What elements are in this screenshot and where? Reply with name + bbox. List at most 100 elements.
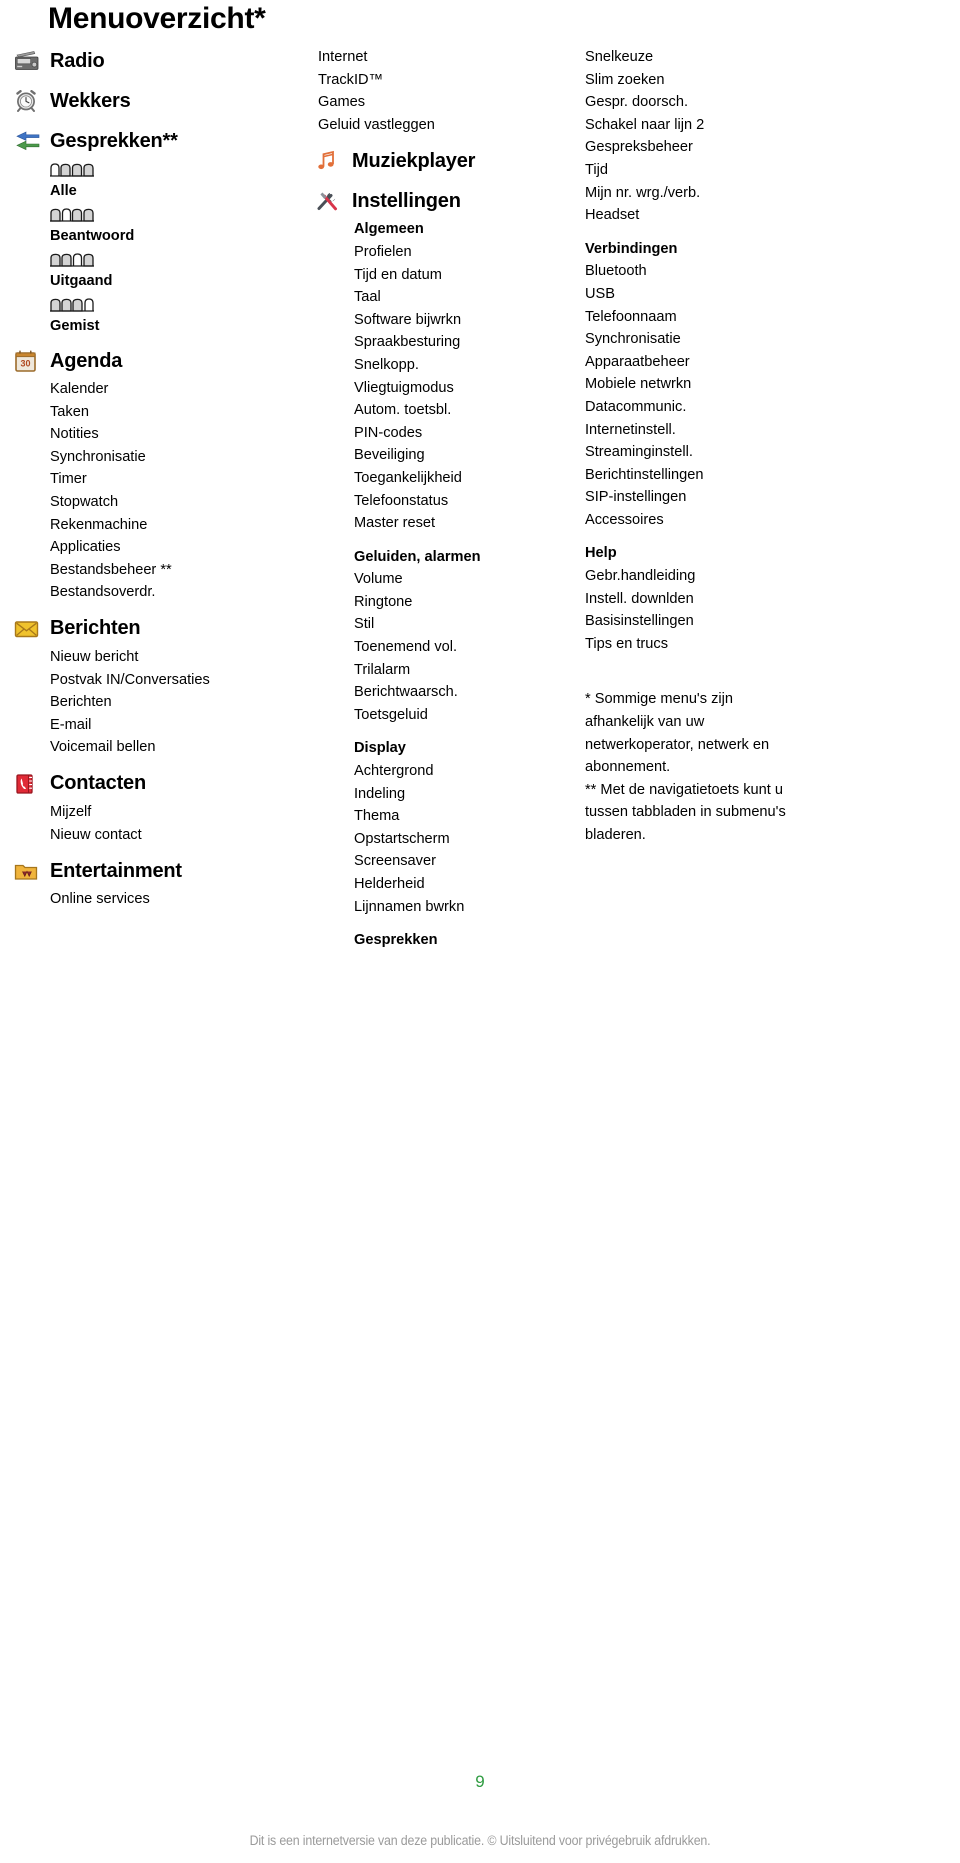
list-item[interactable]: Trilalarm [354,659,568,682]
list-item[interactable]: Datacommunic. [585,396,885,419]
list-item[interactable]: Internetinstell. [585,419,885,442]
section-gesprekken[interactable]: Gesprekken** [14,126,304,156]
list-item[interactable]: Streaminginstell. [585,441,885,464]
list-item[interactable]: Nieuw contact [14,824,304,847]
list-item[interactable]: TrackID™ [318,69,568,92]
list-item[interactable]: Taal [354,286,568,309]
list-item[interactable]: SIP-instellingen [585,486,885,509]
list-item[interactable]: Mijzelf [14,801,304,824]
list-item[interactable]: Instell. downlden [585,588,885,611]
alarm-clock-icon [14,89,48,113]
call-tab-missed-icon [50,297,304,317]
list-item[interactable]: Postvak IN/Conversaties [14,669,304,692]
list-item[interactable]: Stopwatch [14,491,304,514]
section-agenda[interactable]: 30 Agenda [14,346,304,376]
list-item[interactable]: Rekenmachine [14,514,304,537]
list-item[interactable]: Online services [14,888,304,911]
list-item[interactable]: Slim zoeken [585,69,885,92]
list-item[interactable]: Accessoires [585,509,885,532]
calendar-icon: 30 [14,349,48,373]
list-item[interactable]: Beveiliging [354,444,568,467]
list-item[interactable]: Telefoonnaam [585,306,885,329]
list-item[interactable]: Notities [14,423,304,446]
list-item[interactable]: Games [318,91,568,114]
list-item[interactable]: Achtergrond [354,760,568,783]
list-item[interactable]: Master reset [354,512,568,535]
list-item[interactable]: PIN-codes [354,422,568,445]
list-item[interactable]: Taken [14,401,304,424]
list-item[interactable]: Opstartscherm [354,828,568,851]
list-item[interactable]: Spraakbesturing [354,331,568,354]
list-item[interactable]: Berichten [14,691,304,714]
list-item[interactable]: Tijd en datum [354,264,568,287]
list-item[interactable]: Bestandsbeheer ** [14,559,304,582]
list-item[interactable]: Gespreksbeheer [585,136,885,159]
list-item[interactable]: Mobiele netwrkn [585,373,885,396]
list-item[interactable]: Helderheid [354,873,568,896]
list-item[interactable]: Autom. toetsbl. [354,399,568,422]
footnote-block: * Sommige menu's zijn afhankelijk van uw… [585,688,885,846]
footnote-line: * Sommige menu's zijn [585,691,733,708]
list-item[interactable]: Screensaver [354,850,568,873]
list-item[interactable]: Toegankelijkheid [354,467,568,490]
list-item[interactable]: Tijd [585,159,885,182]
section-wekkers[interactable]: Wekkers [14,86,304,116]
call-tab-alle[interactable]: Alle [14,162,304,201]
list-item[interactable]: Toetsgeluid [354,704,568,727]
list-item[interactable]: Indeling [354,783,568,806]
section-berichten[interactable]: Berichten [14,614,304,644]
list-item[interactable]: E-mail [14,714,304,737]
list-item[interactable]: Bestandsoverdr. [14,581,304,604]
call-tab-gemist[interactable]: Gemist [14,297,304,336]
list-item[interactable]: Toenemend vol. [354,636,568,659]
list-item[interactable]: Software bijwrkn [354,309,568,332]
list-item[interactable]: Bluetooth [585,260,885,283]
section-label: Wekkers [50,89,131,112]
list-item[interactable]: Profielen [354,241,568,264]
music-note-icon [316,149,350,173]
list-item[interactable]: Lijnnamen bwrkn [354,896,568,919]
section-instellingen[interactable]: Instellingen [316,186,568,216]
list-item[interactable]: Gespr. doorsch. [585,91,885,114]
list-item[interactable]: Nieuw bericht [14,646,304,669]
list-item[interactable]: Voicemail bellen [14,736,304,759]
list-item[interactable]: Apparaatbeheer [585,351,885,374]
list-item[interactable]: Ringtone [354,591,568,614]
section-entertainment[interactable]: Entertainment [14,856,304,886]
list-item[interactable]: Berichtinstellingen [585,464,885,487]
list-item[interactable]: Geluid vastleggen [318,114,568,137]
list-item[interactable]: Synchronisatie [14,446,304,469]
footnote-line: ** Met de navigatietoets kunt u [585,781,783,798]
list-item[interactable]: Internet [318,46,568,69]
group-heading: Verbindingen [585,240,678,257]
list-item[interactable]: Headset [585,204,885,227]
list-item[interactable]: Stil [354,613,568,636]
list-item[interactable]: Timer [14,468,304,491]
section-radio[interactable]: Radio [14,46,304,76]
calls-arrows-icon [14,129,48,153]
list-item[interactable]: Basisinstellingen [585,610,885,633]
list-item[interactable]: Volume [354,568,568,591]
list-item[interactable]: Vliegtuigmodus [354,377,568,400]
entertainment-folder-icon [14,859,48,883]
list-item[interactable]: Thema [354,805,568,828]
call-tab-beantwoord[interactable]: Beantwoord [14,207,304,246]
list-item[interactable]: Kalender [14,378,304,401]
call-tab-uitgaand[interactable]: Uitgaand [14,252,304,291]
list-item[interactable]: Snelkopp. [354,354,568,377]
list-item[interactable]: USB [585,283,885,306]
list-item[interactable]: Tips en trucs [585,633,885,656]
list-item[interactable]: Gebr.handleiding [585,565,885,588]
list-item[interactable]: Mijn nr. wrg./verb. [585,182,885,205]
section-muziekplayer[interactable]: Muziekplayer [316,146,568,176]
list-item[interactable]: Berichtwaarsch. [354,681,568,704]
group-heading: Algemeen [354,221,424,238]
list-item[interactable]: Schakel naar lijn 2 [585,114,885,137]
list-item[interactable]: Snelkeuze [585,46,885,69]
list-item[interactable]: Applicaties [14,536,304,559]
section-contacten[interactable]: Contacten [14,769,304,799]
group-heading: Geluiden, alarmen [354,548,481,565]
list-item[interactable]: Telefoonstatus [354,490,568,513]
list-item[interactable]: Synchronisatie [585,328,885,351]
menu-overview-page: Menuoverzicht* Radio Wekkers Gesprekken*… [0,0,960,1863]
